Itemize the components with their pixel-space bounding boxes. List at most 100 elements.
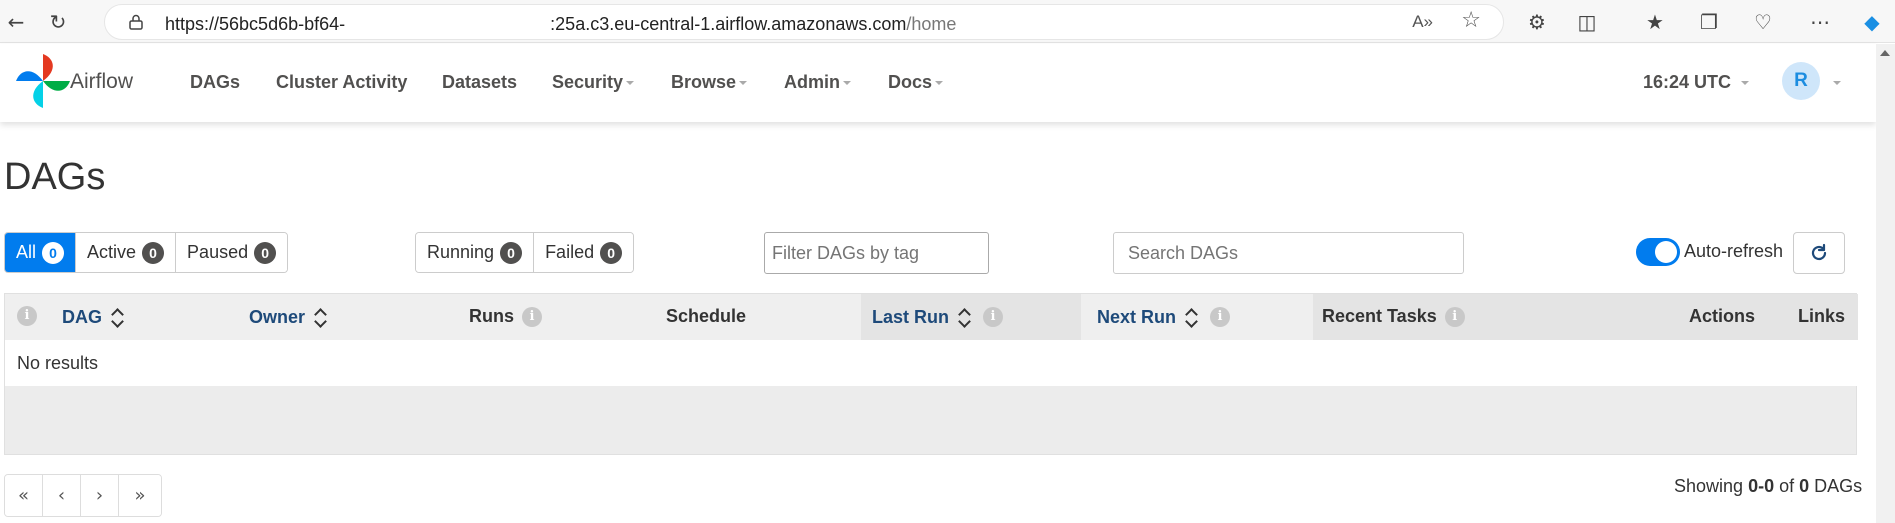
nav-browse[interactable]: Browse bbox=[671, 72, 748, 93]
info-icon[interactable]: i bbox=[522, 306, 542, 327]
filter-failed-button[interactable]: Failed 0 bbox=[534, 233, 634, 272]
extensions-icon[interactable]: ⚙ bbox=[1523, 8, 1551, 36]
filter-all-button[interactable]: All 0 bbox=[5, 233, 77, 272]
header-next-run[interactable]: Next Run i bbox=[1097, 306, 1231, 328]
count-badge: 0 bbox=[254, 241, 277, 264]
back-arrow-icon[interactable]: ← bbox=[2, 8, 30, 36]
refresh-icon bbox=[1811, 243, 1827, 261]
dags-table: i DAG Owner Runs i Schedule Last Run i Nex… bbox=[4, 293, 1858, 455]
info-icon[interactable]: i bbox=[983, 307, 1004, 327]
filter-running-label: Running bbox=[427, 242, 495, 262]
empty-state-text: No results bbox=[17, 353, 99, 373]
next-page-button[interactable]: › bbox=[81, 475, 119, 516]
header-last-run[interactable]: Last Run i bbox=[872, 306, 1004, 328]
showing-of: of bbox=[1779, 476, 1795, 496]
filter-running-button[interactable]: Running 0 bbox=[416, 233, 535, 272]
info-icon[interactable]: i bbox=[1444, 306, 1465, 327]
chevron-down-icon bbox=[935, 81, 944, 86]
filter-all-label: All bbox=[16, 242, 37, 262]
nav-cluster-activity-label: Cluster Activity bbox=[276, 72, 408, 92]
info-icon[interactable]: i bbox=[1210, 307, 1231, 327]
nav-datasets[interactable]: Datasets bbox=[442, 72, 517, 93]
header-dag-label: DAG bbox=[62, 306, 102, 327]
nav-security-label: Security bbox=[552, 72, 624, 92]
chevron-down-icon[interactable] bbox=[1833, 81, 1841, 85]
chevron-down-icon bbox=[843, 81, 851, 86]
read-aloud-icon[interactable]: A» bbox=[1412, 12, 1433, 32]
filter-active-label: Active bbox=[87, 242, 137, 262]
last-page-button[interactable]: » bbox=[119, 475, 161, 516]
url-host: https://56bc5d6b-bf64- bbox=[165, 14, 346, 34]
sort-icon bbox=[112, 306, 124, 328]
sort-icon bbox=[959, 306, 971, 328]
airflow-logo-icon[interactable] bbox=[14, 52, 72, 110]
header-next-run-label: Next Run bbox=[1097, 306, 1177, 327]
chevron-down-icon bbox=[626, 81, 635, 86]
nav-docs[interactable]: Docs bbox=[888, 72, 944, 93]
search-dags-input[interactable] bbox=[1113, 232, 1464, 274]
run-state-filter-group: Running 0 Failed 0 bbox=[415, 232, 635, 273]
sort-icon bbox=[315, 306, 327, 328]
header-recent-tasks-label: Recent Tasks bbox=[1322, 306, 1437, 326]
chevron-down-icon bbox=[1741, 81, 1750, 86]
url-masked bbox=[345, 14, 550, 34]
nav-dags[interactable]: DAGs bbox=[190, 72, 240, 93]
prev-page-button[interactable]: ‹ bbox=[43, 475, 81, 516]
toggle-knob bbox=[1655, 241, 1677, 263]
brand-name[interactable]: Airflow bbox=[70, 70, 133, 94]
split-screen-icon[interactable]: ◫ bbox=[1573, 8, 1601, 36]
address-bar[interactable]: https://56bc5d6b-bf64- :25a.c3.eu-centra… bbox=[104, 4, 1504, 40]
refresh-button[interactable] bbox=[1793, 232, 1845, 274]
nav-docs-label: Docs bbox=[888, 72, 933, 92]
url-path: /home bbox=[906, 14, 957, 34]
header-links-label: Links bbox=[1798, 306, 1846, 326]
header-dag[interactable]: DAG bbox=[62, 306, 124, 328]
tag-filter-input[interactable] bbox=[764, 232, 989, 274]
table-row: No results bbox=[5, 340, 1858, 386]
select-info-header: i bbox=[17, 306, 37, 326]
reload-icon[interactable]: ↻ bbox=[44, 8, 72, 36]
favorites-icon[interactable]: ★ bbox=[1641, 8, 1669, 36]
header-actions-label: Actions bbox=[1689, 306, 1756, 326]
nav-datasets-label: Datasets bbox=[442, 72, 518, 92]
collections-icon[interactable]: ❐ bbox=[1695, 8, 1723, 36]
page-title: DAGs bbox=[4, 156, 106, 198]
header-schedule-label: Schedule bbox=[666, 306, 747, 326]
lock-icon bbox=[129, 14, 143, 30]
nav-admin[interactable]: Admin bbox=[784, 72, 851, 93]
count-badge: 0 bbox=[600, 241, 623, 264]
nav-security[interactable]: Security bbox=[552, 72, 635, 93]
page-scrollbar[interactable] bbox=[1876, 44, 1895, 523]
status-filter-group: All 0 Active 0 Paused 0 bbox=[4, 232, 289, 273]
header-runs: Runs i bbox=[469, 306, 542, 327]
browser-essentials-icon[interactable]: ♡ bbox=[1749, 8, 1777, 36]
header-owner-label: Owner bbox=[249, 306, 306, 327]
header-recent-tasks: Recent Tasks i bbox=[1322, 306, 1465, 327]
filter-active-button[interactable]: Active 0 bbox=[76, 233, 177, 272]
auto-refresh-toggle[interactable] bbox=[1636, 238, 1680, 266]
table-header: i DAG Owner Runs i Schedule Last Run i Nex… bbox=[5, 294, 1858, 340]
chevron-down-icon bbox=[739, 81, 748, 86]
pagination: « ‹ › » bbox=[4, 474, 162, 517]
utc-clock-text: 16:24 UTC bbox=[1643, 72, 1732, 92]
header-schedule: Schedule bbox=[666, 306, 746, 327]
info-icon[interactable]: i bbox=[17, 306, 37, 326]
first-page-button[interactable]: « bbox=[5, 475, 43, 516]
showing-total: 0 bbox=[1799, 476, 1810, 496]
user-avatar[interactable]: R bbox=[1782, 62, 1820, 100]
utc-clock-dropdown[interactable]: 16:24 UTC bbox=[1643, 72, 1750, 93]
sort-icon bbox=[1186, 306, 1198, 328]
header-owner[interactable]: Owner bbox=[249, 306, 327, 328]
more-menu-icon[interactable]: ⋯ bbox=[1806, 8, 1834, 36]
url-domain: :25a.c3.eu-central-1.airflow.amazonaws.c… bbox=[550, 14, 907, 34]
header-links: Links bbox=[1798, 306, 1845, 327]
filter-paused-label: Paused bbox=[187, 242, 249, 262]
auto-refresh-label: Auto-refresh bbox=[1684, 241, 1784, 261]
favorite-star-icon[interactable]: ☆ bbox=[1461, 8, 1481, 33]
header-actions: Actions bbox=[1689, 306, 1755, 327]
scroll-up-arrow-icon[interactable] bbox=[1880, 50, 1890, 56]
filter-paused-button[interactable]: Paused 0 bbox=[176, 233, 288, 272]
filter-failed-label: Failed bbox=[545, 242, 595, 262]
nav-cluster-activity[interactable]: Cluster Activity bbox=[276, 72, 407, 93]
copilot-icon[interactable]: ◆ bbox=[1858, 8, 1886, 36]
